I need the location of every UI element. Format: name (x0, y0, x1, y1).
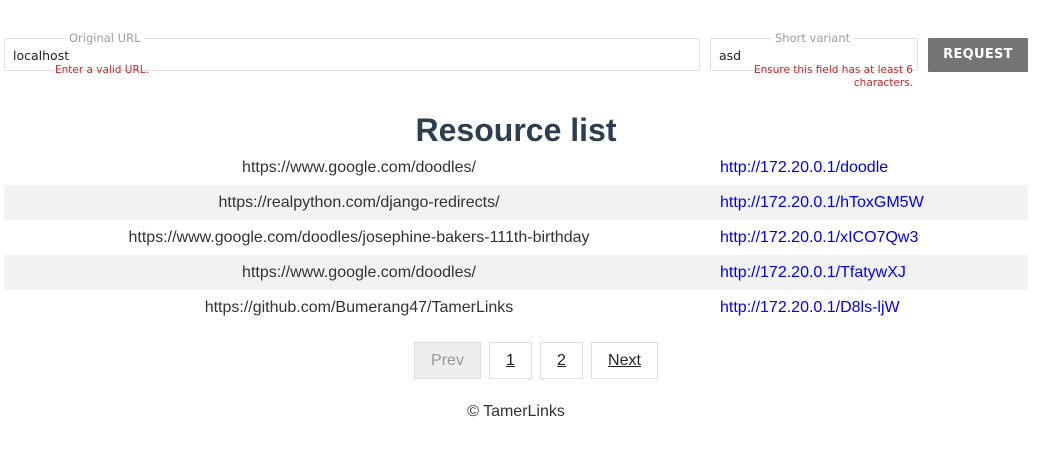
short-link[interactable]: http://172.20.0.1/D8ls-ljW (720, 290, 900, 325)
table-row: https://github.com/Bumerang47/TamerLinks… (4, 290, 1028, 325)
short-variant-input[interactable] (719, 48, 759, 64)
original-url-input[interactable] (13, 48, 613, 64)
original-url-label: Original URL (65, 31, 145, 45)
short-link[interactable]: http://172.20.0.1/TfatywXJ (720, 255, 906, 290)
short-link[interactable]: http://172.20.0.1/xICO7Qw3 (720, 220, 918, 255)
original-url-field: Original URL Enter a valid URL. (4, 31, 700, 76)
footer-copyright: © TamerLinks (467, 403, 565, 420)
short-link[interactable]: http://172.20.0.1/hToxGM5W (720, 185, 924, 220)
page-2-button[interactable]: 2 (540, 342, 583, 379)
pagination: Prev 1 2 Next (0, 342, 1051, 379)
original-url-cell: https://www.google.com/doodles/josephine… (128, 229, 590, 246)
request-button[interactable]: REQUEST (928, 38, 1028, 72)
short-variant-field: Short variant Ensure this field has at l… (710, 31, 918, 89)
short-link[interactable]: http://172.20.0.1/doodle (720, 150, 888, 185)
resource-table: https://www.google.com/doodles/ http://1… (4, 150, 1028, 325)
page-title: Resource list (415, 112, 617, 148)
shorten-form: Original URL Enter a valid URL. Short va… (0, 0, 1051, 100)
prev-page-button: Prev (414, 342, 481, 379)
short-variant-error: Ensure this field has at least 6 charact… (754, 64, 913, 89)
table-row: https://www.google.com/doodles/ http://1… (4, 255, 1028, 290)
original-url-cell: https://github.com/Bumerang47/TamerLinks (204, 299, 514, 316)
original-url-cell: https://realpython.com/django-redirects/ (218, 194, 500, 211)
original-url-cell: https://www.google.com/doodles/ (242, 159, 476, 176)
table-row: https://realpython.com/django-redirects/… (4, 185, 1028, 220)
original-url-error: Enter a valid URL. (55, 64, 149, 76)
table-row: https://www.google.com/doodles/josephine… (4, 220, 1028, 255)
page-1-button[interactable]: 1 (489, 342, 532, 379)
original-url-cell: https://www.google.com/doodles/ (242, 264, 476, 281)
next-page-button[interactable]: Next (591, 342, 658, 379)
short-variant-label: Short variant (771, 31, 855, 45)
table-row: https://www.google.com/doodles/ http://1… (4, 150, 1028, 185)
